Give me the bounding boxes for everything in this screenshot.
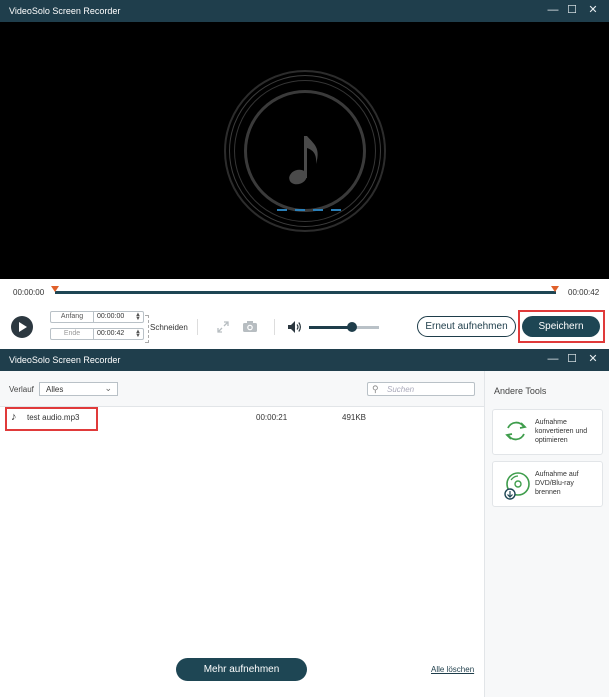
convert-tool-label-line1: Aufnahme (535, 419, 567, 426)
divider (274, 319, 275, 335)
play-button[interactable] (11, 316, 33, 338)
convert-icon (505, 421, 527, 441)
convert-tool-label-line3: optimieren (535, 437, 568, 444)
audio-level-indicator (277, 209, 341, 211)
filter-bar: Verlauf Alles ⌄ ⚲ Suchen (0, 371, 484, 407)
camera-icon[interactable] (242, 320, 258, 333)
history-label: Verlauf (9, 385, 34, 394)
minimize-button[interactable]: — (547, 4, 559, 16)
playback-controls: Anfang 00:00:00 ▲ ▼ Ende 00:00:42 ▲ ▼ Schn… (0, 307, 609, 349)
divider (197, 319, 198, 335)
search-icon: ⚲ (372, 384, 379, 394)
highlight-frame (5, 407, 98, 431)
chevron-down-icon: ⌄ (104, 383, 112, 393)
maximize-button[interactable]: ☐ (566, 353, 578, 365)
convert-tool-label-line2: konvertieren und (535, 428, 588, 435)
delete-all-link[interactable]: Alle löschen (431, 665, 474, 674)
other-tools-panel: Andere Tools Aufnahme konvertieren und o… (484, 371, 609, 697)
minimize-button[interactable]: — (547, 353, 559, 365)
file-duration: 00:00:21 (256, 413, 288, 422)
preview-area (0, 22, 609, 279)
title-bar: VideoSolo Screen Recorder — ☐ ✕ (0, 349, 609, 371)
start-time-value[interactable]: 00:00:00 (97, 312, 124, 322)
start-time-label: Anfang (51, 312, 94, 322)
recording-history-panel: Verlauf Alles ⌄ ⚲ Suchen ♪ test audio.mp… (0, 371, 484, 697)
start-marker[interactable] (51, 286, 59, 292)
file-size: 491KB (342, 413, 367, 422)
search-placeholder: Suchen (387, 385, 415, 394)
close-button[interactable]: ✕ (587, 353, 599, 365)
cut-button[interactable]: Schneiden (150, 323, 188, 332)
other-tools-title: Andere Tools (494, 386, 547, 396)
volume-icon[interactable] (287, 320, 303, 334)
trim-bracket (145, 315, 149, 343)
burn-tool-card[interactable]: Aufnahme auf DVD/Blu-ray brennen (492, 461, 603, 507)
end-marker[interactable] (551, 286, 559, 292)
music-note-icon (289, 136, 318, 185)
end-time-field[interactable]: Ende 00:00:42 ▲ ▼ (50, 328, 144, 340)
disc-burn-icon (504, 472, 530, 500)
convert-tool-card[interactable]: Aufnahme konvertieren und optimieren (492, 409, 603, 455)
volume-slider-fill (309, 326, 352, 329)
burn-tool-label-line1: Aufnahme auf (535, 471, 579, 478)
timeline-track[interactable] (55, 291, 556, 294)
end-time-stepper[interactable]: ▲ ▼ (135, 329, 141, 339)
start-time-stepper[interactable]: ▲ ▼ (135, 312, 141, 322)
start-time-field[interactable]: Anfang 00:00:00 ▲ ▼ (50, 311, 144, 323)
timeline-start-time: 00:00:00 (13, 288, 45, 297)
app-root: VideoSolo Screen Recorder — ☐ ✕ 00:00:00… (0, 0, 609, 697)
window-title: VideoSolo Screen Recorder (9, 6, 121, 16)
end-time-label: Ende (51, 329, 94, 339)
timeline-end-time: 00:00:42 (568, 288, 600, 297)
window-title: VideoSolo Screen Recorder (9, 355, 121, 365)
maximize-button[interactable]: ☐ (566, 4, 578, 16)
volume-slider-handle[interactable] (347, 322, 357, 332)
fullscreen-icon[interactable] (217, 321, 229, 333)
rerecord-button[interactable]: Erneut aufnehmen (417, 316, 516, 337)
burn-tool-label-line3: brennen (535, 489, 561, 496)
history-filter-select[interactable]: Alles ⌄ (39, 382, 118, 396)
burn-tool-label-line2: DVD/Blu-ray (535, 480, 574, 487)
highlight-frame (518, 310, 605, 343)
end-time-value[interactable]: 00:00:42 (97, 329, 124, 339)
search-input[interactable]: ⚲ Suchen (367, 382, 475, 396)
history-filter-value: Alles (46, 385, 64, 394)
title-bar: VideoSolo Screen Recorder — ☐ ✕ (0, 0, 609, 22)
record-more-button[interactable]: Mehr aufnehmen (176, 658, 307, 681)
timeline: 00:00:00 00:00:42 (0, 279, 609, 307)
close-button[interactable]: ✕ (587, 4, 599, 16)
